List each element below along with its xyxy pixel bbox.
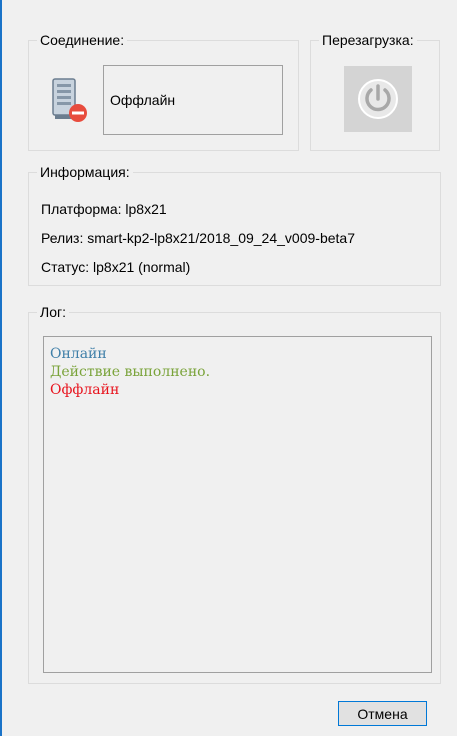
cancel-button[interactable]: Отмена	[338, 701, 427, 726]
connection-group: Соединение: Оффлайн	[28, 31, 299, 151]
restart-group: Перезагрузка:	[310, 31, 440, 151]
restart-title: Перезагрузка:	[319, 31, 417, 49]
info-group: Информация: Платформа: lp8x21 Релиз: sma…	[28, 163, 441, 286]
connection-status-text: Оффлайн	[110, 92, 176, 108]
release-text: Релиз: smart-kp2-lp8x21/2018_09_24_v009-…	[41, 230, 355, 246]
log-textarea[interactable]: Онлайн Действие выполнено. Оффлайн	[43, 336, 432, 673]
log-line: Действие выполнено.	[50, 364, 211, 380]
platform-text: Платформа: lp8x21	[41, 201, 167, 217]
status-text: Статус: lp8x21 (normal)	[41, 259, 191, 275]
log-title: Лог:	[37, 303, 69, 321]
power-icon	[358, 79, 398, 119]
info-title: Информация:	[37, 163, 133, 181]
log-line: Оффлайн	[50, 382, 120, 398]
connection-status-field: Оффлайн	[103, 65, 283, 135]
server-offline-icon	[52, 78, 87, 122]
log-group: Лог: Онлайн Действие выполнено. Оффлайн	[28, 303, 441, 684]
log-line: Онлайн	[50, 346, 107, 362]
restart-button[interactable]	[344, 66, 412, 132]
window-left-border	[0, 0, 2, 736]
connection-title: Соединение:	[37, 31, 128, 49]
